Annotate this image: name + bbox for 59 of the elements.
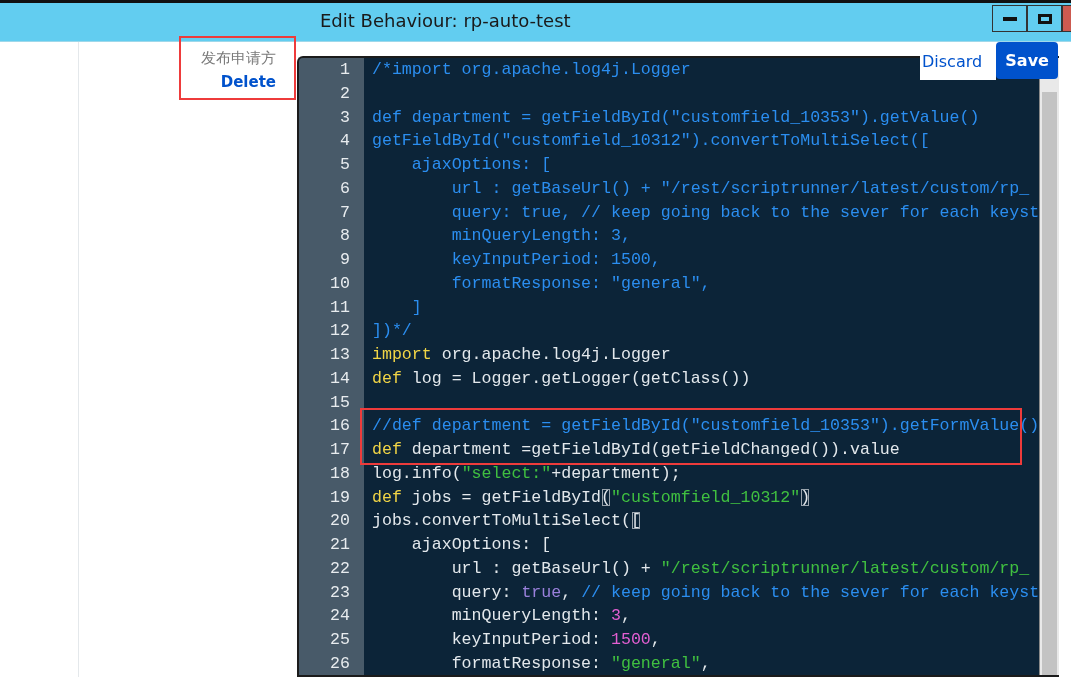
code-line: log.info("select:"+department);	[371, 462, 681, 485]
code-line: ajaxOptions: [	[410, 534, 552, 556]
window-title: Edit Behaviour: rp-auto-test	[320, 9, 571, 33]
code-line: def department = getFieldById("customfield_10353").getValue()	[371, 106, 980, 129]
code-line: /*import org.apache.log4j.Logger	[371, 59, 691, 81]
code-line: ajaxOptions: [	[410, 154, 552, 176]
line-number: 17	[299, 438, 364, 462]
line-number: 9	[299, 248, 364, 272]
line-number: 5	[299, 153, 364, 177]
line-number: 22	[299, 556, 364, 581]
line-number: 23	[299, 580, 364, 605]
line-number: 24	[299, 604, 364, 628]
line-number: 1	[299, 58, 364, 82]
scrollbar-thumb[interactable]	[1042, 92, 1057, 675]
line-number: 19	[299, 485, 364, 510]
line-number: 15	[299, 390, 364, 415]
line-number: 14	[299, 366, 364, 391]
code-line: minQueryLength: 3,	[450, 605, 631, 628]
code-line: ]	[410, 296, 422, 319]
line-number: 6	[299, 176, 364, 201]
code-line: url : getBaseUrl() + "/rest/scriptrunner/latest/custom/rp_	[450, 177, 1030, 200]
code-line: import org.apache.log4j.Logger	[371, 344, 671, 366]
code-line: getFieldById("customfield_10312").convertToMultiSelect([	[371, 130, 930, 153]
maximize-button[interactable]	[1027, 5, 1062, 32]
code-line: jobs.convertToMultiSelect([	[371, 510, 641, 533]
field-label: 发布申请方	[201, 48, 276, 69]
line-number: 13	[299, 343, 364, 367]
line-number: 7	[299, 200, 364, 225]
code-line: query: true, // keep going back to the sever for each keyst	[450, 581, 1039, 604]
line-number: 2	[299, 81, 364, 106]
maximize-icon	[1037, 13, 1052, 24]
code-line: minQueryLength: 3,	[450, 225, 631, 248]
delete-link[interactable]: Delete	[220, 73, 276, 91]
save-button[interactable]: Save	[996, 42, 1059, 79]
line-number: 21	[299, 533, 364, 557]
minimize-button[interactable]	[992, 5, 1027, 32]
line-number: 16	[299, 414, 364, 438]
line-number: 11	[299, 295, 364, 320]
line-number: 26	[299, 651, 364, 675]
line-number: 4	[299, 129, 364, 153]
code-line: keyInputPeriod: 1500,	[450, 629, 661, 651]
code-line: keyInputPeriod: 1500,	[450, 249, 661, 271]
code-line: def department =getFieldById(getFieldChanged()).value	[371, 439, 900, 461]
code-line: def log = Logger.getLogger(getClass())	[371, 367, 751, 390]
code-line: formatResponse: "general",	[450, 652, 711, 675]
line-number: 10	[299, 271, 364, 296]
code-editor[interactable]	[297, 56, 1059, 677]
code-line: formatResponse: "general",	[450, 272, 711, 295]
minimize-icon	[1002, 16, 1017, 21]
code-line: def jobs = getFieldById("customfield_10312")	[371, 486, 811, 509]
line-number: 20	[299, 509, 364, 533]
line-number: 12	[299, 319, 364, 343]
code-line: url : getBaseUrl() + "/rest/scriptrunner/latest/custom/rp_	[450, 557, 1030, 580]
code-line: ])*/	[371, 320, 412, 343]
line-number: 8	[299, 224, 364, 248]
line-number: 3	[299, 105, 364, 130]
line-number: 18	[299, 461, 364, 486]
code-line: query: true, // keep going back to the sever for each keyst	[450, 201, 1039, 224]
line-number: 25	[299, 628, 364, 652]
